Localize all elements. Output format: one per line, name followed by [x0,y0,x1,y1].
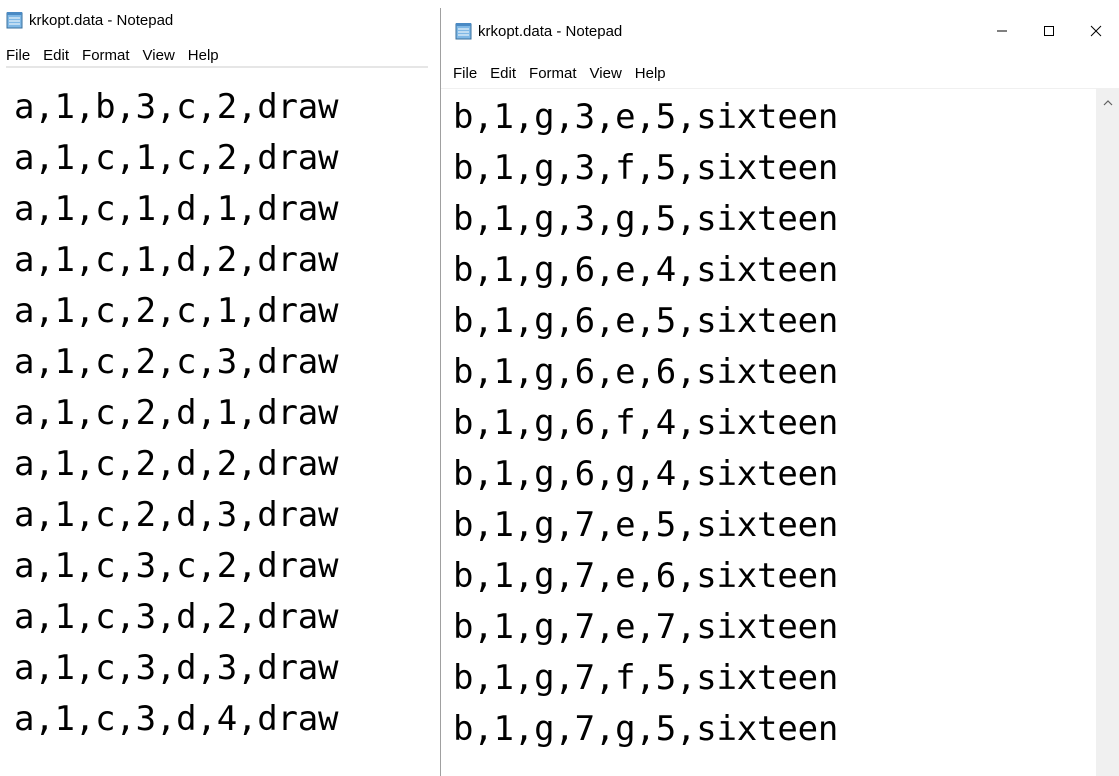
text-line: a,1,c,2,c,1,draw [14,291,339,331]
menu-format[interactable]: Format [529,65,577,82]
text-line: a,1,c,2,d,1,draw [14,393,339,433]
window-title: krkopt.data - Notepad [29,11,174,29]
menu-view[interactable]: View [590,65,622,82]
close-button[interactable] [1072,0,1119,62]
close-icon [1090,25,1101,37]
menu-help[interactable]: Help [188,47,219,64]
text-line: b,1,g,3,e,5,sixteen [453,97,839,137]
text-line: b,1,g,7,f,5,sixteen [453,658,839,698]
menu-edit[interactable]: Edit [43,47,69,64]
text-line: b,1,g,7,e,5,sixteen [453,505,839,545]
scroll-up-button[interactable] [1097,95,1119,111]
text-line: b,1,g,6,e,6,sixteen [453,352,839,392]
text-line: a,1,c,3,d,3,draw [14,648,339,688]
title-bar[interactable]: krkopt.data - Notepad [441,0,1119,62]
text-line: b,1,g,3,g,5,sixteen [453,199,839,239]
text-line: a,1,c,2,c,3,draw [14,342,339,382]
editor-lines: b,1,g,3,e,5,sixteen b,1,g,3,f,5,sixteen … [453,92,838,755]
notepad-window-right[interactable]: krkopt.data - Notepad File Edit Format V… [441,0,1119,776]
text-line: b,1,g,3,f,5,sixteen [453,148,839,188]
text-line: a,1,c,2,d,2,draw [14,444,339,484]
menu-bar: File Edit Format View Help [453,62,1119,84]
text-line: b,1,g,6,e,4,sixteen [453,250,839,290]
text-line: b,1,g,6,f,4,sixteen [453,403,839,443]
text-line: b,1,g,7,g,5,sixteen [453,709,839,749]
menu-format[interactable]: Format [82,47,130,64]
vertical-scrollbar[interactable] [1096,89,1119,776]
text-editor[interactable]: b,1,g,3,e,5,sixteen b,1,g,3,f,5,sixteen … [441,88,1119,776]
notepad-window-left[interactable]: krkopt.data - Notepad File Edit Format V… [0,0,428,776]
maximize-icon [1043,26,1054,36]
editor-lines: a,1,b,3,c,2,draw a,1,c,1,c,2,draw a,1,c,… [14,82,339,745]
text-line: a,1,c,1,d,1,draw [14,189,339,229]
text-line: a,1,c,1,c,2,draw [14,138,339,178]
text-line: a,1,c,2,d,3,draw [14,495,339,535]
menu-file[interactable]: File [453,65,477,82]
notepad-icon [455,23,472,40]
maximize-button[interactable] [1025,0,1072,62]
text-line: a,1,c,1,d,2,draw [14,240,339,280]
menu-file[interactable]: File [6,47,30,64]
window-title: krkopt.data - Notepad [478,22,623,40]
window-controls [978,0,1119,62]
text-line: b,1,g,7,e,6,sixteen [453,556,839,596]
minimize-button[interactable] [978,0,1025,62]
menu-bar: File Edit Format View Help [6,44,428,68]
text-line: a,1,c,3,d,2,draw [14,597,339,637]
menu-view[interactable]: View [143,47,175,64]
notepad-icon [6,12,23,29]
minimize-icon [996,30,1007,32]
chevron-up-icon [1103,100,1113,106]
text-line: a,1,c,3,c,2,draw [14,546,339,586]
text-line: a,1,b,3,c,2,draw [14,87,339,127]
text-editor[interactable]: a,1,b,3,c,2,draw a,1,c,1,c,2,draw a,1,c,… [14,82,428,776]
menu-edit[interactable]: Edit [490,65,516,82]
title-bar[interactable]: krkopt.data - Notepad [0,0,428,40]
text-line: b,1,g,6,e,5,sixteen [453,301,839,341]
text-line: b,1,g,6,g,4,sixteen [453,454,839,494]
desktop: krkopt.data - Notepad File Edit Format V… [0,0,1119,776]
text-line: a,1,c,3,d,4,draw [14,699,339,739]
menu-help[interactable]: Help [635,65,666,82]
text-line: b,1,g,7,e,7,sixteen [453,607,839,647]
